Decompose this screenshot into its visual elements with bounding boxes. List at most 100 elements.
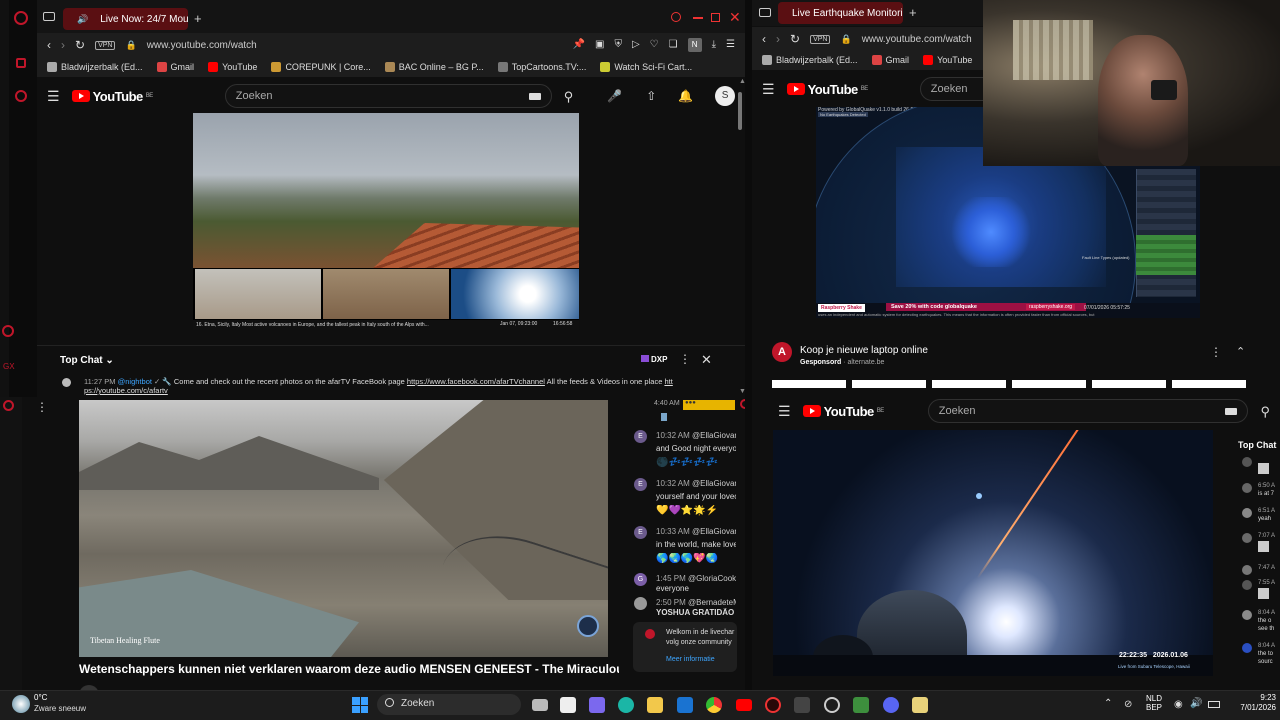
youtube-logo[interactable]: YouTube BE	[71, 89, 153, 104]
sidebar-clock-icon[interactable]	[15, 90, 27, 102]
checkbox-icon[interactable]	[1258, 541, 1269, 552]
volume-icon[interactable]: 🔊	[1190, 698, 1202, 709]
bell-icon[interactable]: 🔔	[678, 90, 693, 102]
edge-icon[interactable]	[618, 697, 634, 713]
play-icon[interactable]: ▷	[632, 40, 640, 50]
thumbnail-feed-1[interactable]	[195, 269, 321, 319]
url-field[interactable]: www.youtube.com/watch	[862, 34, 972, 45]
battery-icon[interactable]	[1208, 701, 1220, 708]
microphone-icon[interactable]: 🎤	[607, 90, 622, 102]
telescope-video[interactable]: 22:22:35 2026.01.06 Live from Subaru Tel…	[773, 430, 1213, 676]
new-tab-button[interactable]: +	[194, 11, 202, 26]
keyboard-icon[interactable]	[1225, 407, 1238, 415]
youtube-logo[interactable]: YouTube BE	[786, 82, 868, 97]
tray-chevron-icon[interactable]: ⌃	[1104, 698, 1112, 709]
scrollbar-thumb[interactable]	[738, 92, 742, 130]
back-icon[interactable]: ‹	[762, 33, 766, 45]
clock-icon[interactable]	[3, 400, 14, 411]
lock-icon[interactable]: 🔒	[840, 34, 851, 44]
stream-clock-icon[interactable]	[740, 399, 745, 409]
excel-icon[interactable]	[853, 697, 869, 713]
wifi-icon[interactable]: ◉	[1174, 699, 1183, 710]
weather-widget[interactable]: 0°C Zware sneeuw	[10, 692, 100, 718]
minimize-button[interactable]	[693, 17, 703, 19]
forward-icon[interactable]: ›	[61, 39, 65, 51]
share-icon[interactable]: ⇧	[646, 90, 656, 102]
menu-icon[interactable]: ☰	[726, 40, 735, 50]
teams-icon[interactable]	[589, 697, 605, 713]
search-tabs-icon[interactable]	[671, 12, 681, 22]
new-tab-button[interactable]: +	[909, 5, 917, 20]
start-button[interactable]	[352, 697, 368, 713]
bookmark-item[interactable]: YouTube	[923, 55, 972, 65]
scroll-up-icon[interactable]: ▲	[739, 78, 745, 85]
widgets-icon[interactable]	[560, 697, 576, 713]
bookmark-item[interactable]: YouTube	[208, 62, 257, 72]
clipboard-icon[interactable]	[912, 697, 928, 713]
top-chat-label[interactable]: Top Chat	[1238, 440, 1276, 450]
taskbar-search[interactable]: Zoeken	[377, 694, 521, 715]
bookmark-item[interactable]: Watch Sci-Fi Cart...	[600, 62, 692, 72]
bookmark-item[interactable]: Bladwijzerbalk (Ed...	[47, 62, 143, 72]
ad-card[interactable]: A Koop je nieuwe laptop online Gesponsor…	[762, 338, 1252, 383]
tab-live-now[interactable]: 🔊 Live Now: 24/7 Mou	[63, 8, 188, 30]
network-off-icon[interactable]: ⊘	[1124, 699, 1132, 710]
search-icon[interactable]: ⚲	[564, 90, 574, 103]
opera-icon[interactable]	[14, 11, 28, 25]
opera-gx-icon[interactable]	[765, 697, 781, 713]
scroll-down-icon[interactable]: ▼	[739, 388, 745, 395]
dxp-badge[interactable]: DXP	[641, 355, 667, 364]
pin-icon[interactable]: 📌	[573, 40, 585, 50]
file-explorer-icon[interactable]	[647, 697, 663, 713]
close-chat-icon[interactable]: ✕	[701, 352, 712, 368]
maximize-button[interactable]	[711, 13, 720, 22]
video-title[interactable]: Wetenschappers kunnen niet verklaren waa…	[79, 662, 619, 676]
search-input[interactable]: Zoeken	[224, 84, 552, 108]
outlook-icon[interactable]	[677, 697, 693, 713]
search-icon[interactable]: ⚲	[1260, 405, 1270, 418]
sidebar-opera-icon[interactable]	[2, 325, 14, 337]
forward-icon[interactable]: ›	[776, 33, 780, 45]
calculator-icon[interactable]	[794, 697, 810, 713]
thumbnail-feed-2[interactable]	[323, 269, 449, 319]
top-chat-dropdown[interactable]: Top Chat ⌄	[60, 355, 114, 366]
search-input[interactable]: Zoeken	[927, 399, 1249, 423]
bookmark-item[interactable]: Gmail	[156, 62, 194, 72]
close-window-button[interactable]: ✕	[729, 9, 741, 26]
workspace-icon[interactable]	[759, 8, 771, 17]
checkbox-icon[interactable]	[1258, 588, 1269, 599]
back-icon[interactable]: ‹	[47, 39, 51, 51]
heart-icon[interactable]: ♡	[650, 40, 659, 50]
bookmark-item[interactable]: Bladwijzerbalk (Ed...	[762, 55, 858, 65]
workspace-icon[interactable]	[43, 12, 55, 21]
youtube-taskbar-icon[interactable]	[736, 699, 752, 711]
hamburger-menu-icon[interactable]: ☰	[778, 404, 791, 418]
profile-n-icon[interactable]: N	[687, 38, 702, 52]
tab-earthquake[interactable]: Live Earthquake Monitorin	[778, 2, 903, 24]
snapshot-icon[interactable]: ▣	[595, 40, 604, 50]
promo-url[interactable]: raspberryshake.org	[1026, 304, 1076, 310]
bookmark-item[interactable]: COREPUNK | Core...	[271, 62, 371, 72]
clock[interactable]: 9:23 7/01/2026	[1220, 693, 1276, 713]
speaker-icon[interactable]: 🔊	[77, 14, 88, 25]
reload-icon[interactable]: ↻	[790, 33, 800, 45]
discord-icon[interactable]	[883, 697, 899, 713]
more-vertical-icon[interactable]: ⋮	[36, 400, 48, 414]
keyboard-icon[interactable]	[528, 92, 541, 100]
sidebar-gx-icon[interactable]: GX	[3, 362, 15, 371]
reload-icon[interactable]: ↻	[75, 39, 85, 51]
download-icon[interactable]: ⤓	[712, 40, 716, 50]
bookmark-item[interactable]: BAC Online – BG P...	[384, 62, 484, 72]
learn-more-link[interactable]: Meer informatie	[666, 655, 736, 665]
url-field[interactable]: www.youtube.com/watch	[147, 40, 257, 51]
ad-title[interactable]: Koop je nieuwe laptop online	[800, 345, 928, 356]
raspberry-shake-badge[interactable]: Raspberry Shake	[818, 304, 865, 312]
chrome-icon[interactable]	[706, 697, 722, 713]
youtube-logo[interactable]: YouTube BE	[802, 404, 884, 419]
lock-icon[interactable]: 🔒	[125, 40, 136, 50]
video-player[interactable]: 16. Etna, Sicily, Italy Most active volc…	[193, 113, 579, 330]
vpn-badge[interactable]: VPN	[95, 40, 116, 50]
video-player-lower[interactable]: Tibetan Healing Flute	[79, 400, 608, 657]
more-options-icon[interactable]: ⋮	[679, 352, 691, 366]
ad-more-icon[interactable]: ⋮	[1210, 345, 1222, 359]
